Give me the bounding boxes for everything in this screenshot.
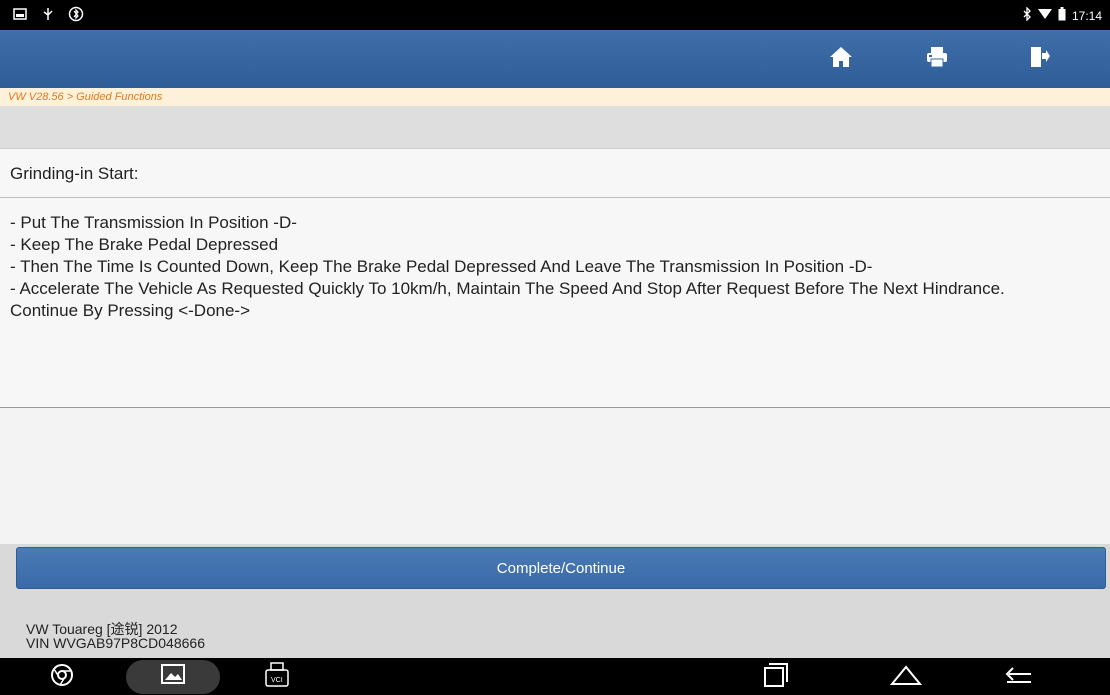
home-nav-icon — [889, 664, 923, 691]
status-time: 17:14 — [1071, 8, 1102, 23]
vehicle-vin: VIN WVGAB97P8CD048666 — [26, 635, 205, 651]
instruction-line: Continue By Pressing <-Done-> — [10, 301, 251, 320]
vehicle-info: VW Touareg [途锐] 2012 VIN WVGAB97P8CD0486… — [0, 592, 1110, 658]
svg-text:VCI: VCI — [271, 677, 283, 684]
action-bar: Complete/Continue — [0, 544, 1110, 592]
exit-button[interactable] — [1022, 42, 1056, 76]
recent-apps-icon — [763, 662, 789, 692]
bluetooth-notification-icon — [68, 6, 84, 22]
content-blank-area — [0, 408, 1110, 544]
print-icon — [925, 45, 949, 74]
status-indicators: 17:14 — [1022, 6, 1102, 24]
android-navbar: VCI — [0, 658, 1110, 695]
chrome-app-button[interactable] — [50, 662, 74, 692]
recent-apps-button[interactable] — [763, 662, 789, 692]
home-nav-button[interactable] — [889, 662, 923, 692]
back-button[interactable] — [1003, 662, 1033, 692]
home-icon — [829, 46, 853, 73]
vci-app-button[interactable]: VCI — [264, 661, 290, 693]
chrome-icon — [50, 663, 74, 692]
section-title: Grinding-in Start: — [0, 148, 1110, 198]
usb-icon — [40, 6, 56, 22]
exit-icon — [1027, 45, 1051, 74]
toolbar-band — [0, 106, 1110, 148]
breadcrumb: VW V28.56 > Guided Functions — [0, 88, 1110, 106]
instructions-panel: - Put The Transmission In Position -D- -… — [0, 198, 1110, 408]
instruction-line: - Accelerate The Vehicle As Requested Qu… — [10, 279, 1005, 298]
vci-icon: VCI — [264, 661, 290, 693]
gallery-app-button[interactable] — [161, 662, 187, 692]
gallery-icon — [161, 663, 187, 691]
app-header — [0, 30, 1110, 90]
home-button[interactable] — [824, 42, 858, 76]
print-button[interactable] — [920, 42, 954, 76]
screenshot-notification-icon — [12, 6, 28, 22]
back-icon — [1003, 664, 1033, 691]
bluetooth-icon — [1022, 6, 1032, 24]
instruction-line: - Put The Transmission In Position -D- — [10, 213, 297, 232]
battery-icon — [1058, 7, 1066, 24]
instruction-line: - Then The Time Is Counted Down, Keep Th… — [10, 257, 873, 276]
status-bar: 17:14 — [0, 0, 1110, 30]
complete-continue-button[interactable]: Complete/Continue — [16, 547, 1106, 589]
instruction-line: - Keep The Brake Pedal Depressed — [10, 235, 279, 254]
wifi-icon — [1037, 8, 1052, 23]
status-notifications — [12, 6, 84, 22]
